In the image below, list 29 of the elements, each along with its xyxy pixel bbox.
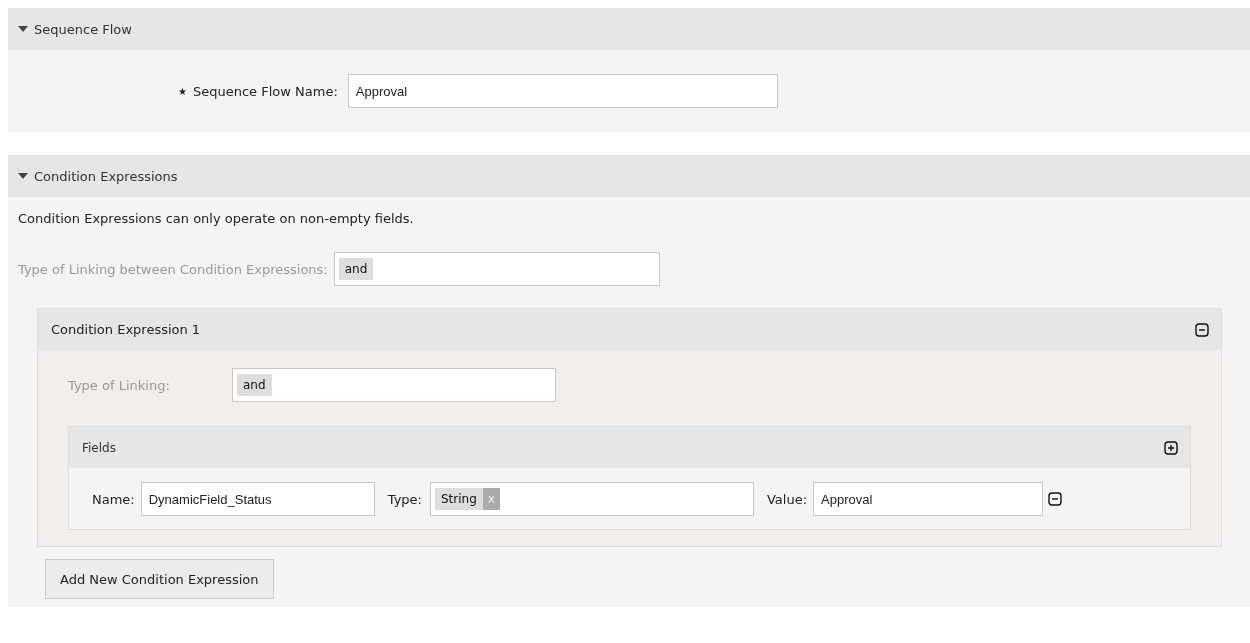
section-title: Sequence Flow bbox=[34, 21, 132, 37]
field-label: Type of Linking between Condition Expressions: bbox=[18, 261, 328, 277]
required-star-icon: ★ bbox=[178, 85, 187, 97]
collapse-icon[interactable] bbox=[1195, 322, 1209, 337]
panel-title: Fields bbox=[82, 440, 116, 455]
text-field[interactable]: DynamicField_Status bbox=[140, 482, 375, 516]
field-label: Value: bbox=[767, 491, 808, 507]
add-button[interactable]: Add New Condition Expression bbox=[45, 559, 274, 599]
field-label: Sequence Flow Name: bbox=[192, 83, 338, 99]
text-field[interactable]: Approval bbox=[813, 482, 1044, 516]
field-label: Type of Linking: bbox=[68, 377, 171, 393]
add-icon[interactable] bbox=[1164, 440, 1178, 455]
remove-icon[interactable] bbox=[1048, 492, 1063, 506]
field-label: Name: bbox=[92, 491, 135, 507]
panel-title: Condition Expression 1 bbox=[51, 322, 201, 337]
select-field[interactable]: String x bbox=[430, 482, 754, 516]
triangle-icon[interactable] bbox=[18, 26, 28, 32]
section-title: Condition Expressions bbox=[34, 168, 178, 184]
select-field[interactable]: and bbox=[333, 252, 660, 286]
selected-tag[interactable]: and bbox=[338, 258, 374, 280]
select-field[interactable]: and bbox=[232, 368, 556, 402]
selected-tag[interactable]: String bbox=[435, 488, 483, 510]
info-text: Condition Expressions can only operate on non-empty fields. bbox=[18, 211, 415, 226]
triangle-icon[interactable] bbox=[18, 173, 28, 179]
section-header[interactable]: Condition Expressions bbox=[8, 155, 1250, 197]
selected-tag[interactable]: and bbox=[237, 374, 272, 396]
text-field[interactable]: Approval bbox=[347, 74, 778, 108]
section-header[interactable]: Sequence Flow bbox=[8, 8, 1250, 50]
field-label: Type: bbox=[387, 491, 422, 507]
